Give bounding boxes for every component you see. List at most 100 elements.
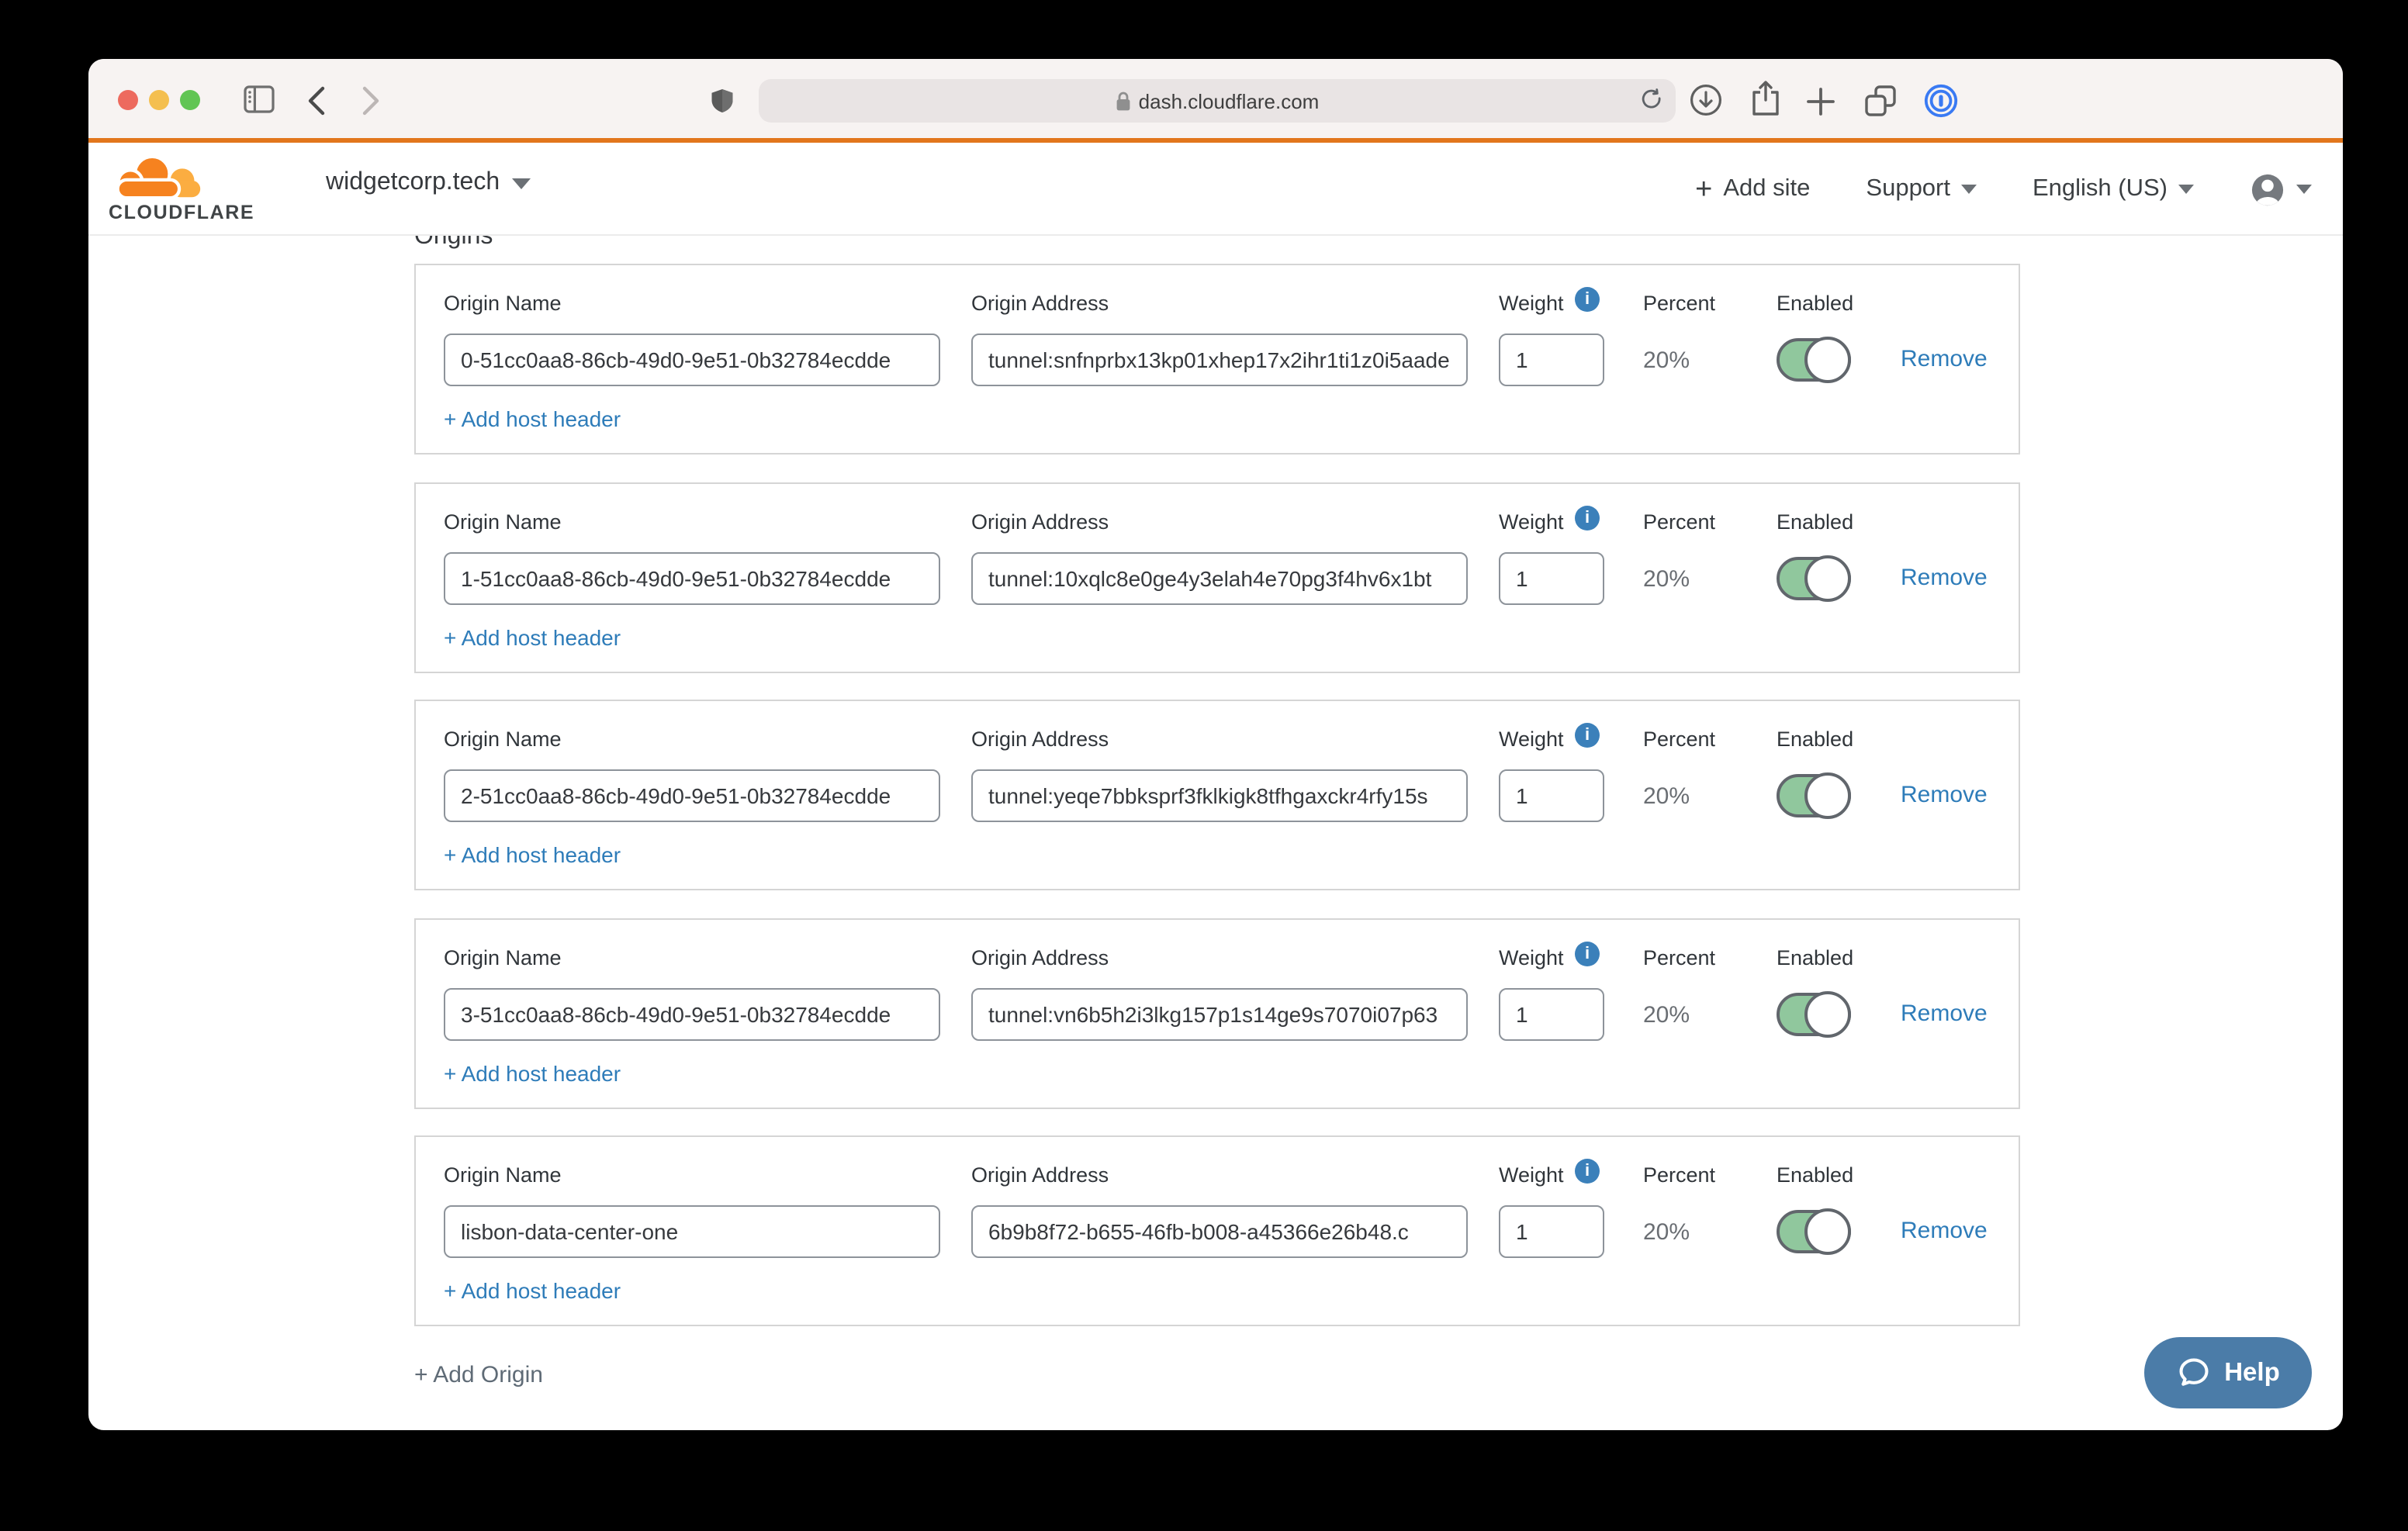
enabled-toggle[interactable] bbox=[1777, 993, 1851, 1036]
weight-input[interactable] bbox=[1499, 1205, 1604, 1258]
origin-name-label: Origin Name bbox=[444, 946, 562, 969]
weight-label: Weight bbox=[1499, 510, 1564, 534]
weight-input[interactable] bbox=[1499, 988, 1604, 1041]
origin-name-input[interactable] bbox=[444, 1205, 940, 1258]
remove-origin-link[interactable]: Remove bbox=[1901, 565, 1988, 591]
origin-card: Origin Name Origin Address Weight Percen… bbox=[414, 264, 2020, 454]
add-site-label: Add site bbox=[1723, 175, 1810, 203]
origin-address-input[interactable] bbox=[971, 988, 1468, 1041]
origin-name-label: Origin Name bbox=[444, 292, 562, 315]
toggle-knob bbox=[1804, 555, 1851, 602]
remove-origin-link[interactable]: Remove bbox=[1901, 1001, 1988, 1027]
chat-bubble-icon bbox=[2176, 1356, 2210, 1390]
header-actions: + Add site Support English (US) bbox=[1695, 143, 2312, 236]
help-button-label: Help bbox=[2224, 1358, 2280, 1388]
weight-input[interactable] bbox=[1499, 769, 1604, 822]
percent-label: Percent bbox=[1643, 727, 1715, 751]
origin-address-label: Origin Address bbox=[971, 1163, 1109, 1187]
enabled-toggle[interactable] bbox=[1777, 338, 1851, 382]
toggle-knob bbox=[1804, 991, 1851, 1038]
toggle-knob bbox=[1804, 772, 1851, 819]
origin-address-input[interactable] bbox=[971, 1205, 1468, 1258]
info-icon[interactable] bbox=[1575, 1159, 1600, 1184]
toggle-knob bbox=[1804, 337, 1851, 383]
enabled-label: Enabled bbox=[1777, 292, 1853, 315]
cloudflare-cloud-icon bbox=[109, 154, 205, 202]
add-origin-link[interactable]: + Add Origin bbox=[414, 1362, 543, 1388]
remove-origin-link[interactable]: Remove bbox=[1901, 346, 1988, 372]
percent-label: Percent bbox=[1643, 292, 1715, 315]
site-selector-dropdown[interactable]: widgetcorp.tech bbox=[326, 169, 531, 197]
weight-input[interactable] bbox=[1499, 334, 1604, 386]
lock-icon bbox=[1116, 91, 1131, 111]
weight-input[interactable] bbox=[1499, 552, 1604, 605]
enabled-label: Enabled bbox=[1777, 1163, 1853, 1187]
tab-overview-icon[interactable] bbox=[1863, 84, 1898, 118]
origin-name-input[interactable] bbox=[444, 334, 940, 386]
origin-address-input[interactable] bbox=[971, 334, 1468, 386]
language-dropdown[interactable]: English (US) bbox=[2033, 175, 2194, 203]
info-icon[interactable] bbox=[1575, 723, 1600, 748]
site-selector-label: widgetcorp.tech bbox=[326, 169, 500, 197]
add-site-button[interactable]: + Add site bbox=[1695, 175, 1810, 204]
origin-name-input[interactable] bbox=[444, 769, 940, 822]
origin-name-input[interactable] bbox=[444, 988, 940, 1041]
percent-value: 20% bbox=[1643, 783, 1690, 810]
enabled-toggle[interactable] bbox=[1777, 557, 1851, 600]
enabled-toggle[interactable] bbox=[1777, 774, 1851, 817]
origin-card: Origin Name Origin Address Weight Percen… bbox=[414, 918, 2020, 1109]
chevron-down-icon bbox=[1961, 185, 1977, 194]
share-icon[interactable] bbox=[1750, 79, 1781, 118]
origin-card: Origin Name Origin Address Weight Percen… bbox=[414, 700, 2020, 890]
origin-address-input[interactable] bbox=[971, 552, 1468, 605]
onepassword-extension-icon[interactable] bbox=[1924, 84, 1958, 118]
enabled-toggle[interactable] bbox=[1777, 1210, 1851, 1253]
browser-toolbar: dash.cloudflare.com bbox=[88, 59, 2343, 143]
back-icon[interactable] bbox=[307, 85, 326, 116]
origin-address-label: Origin Address bbox=[971, 727, 1109, 751]
origin-name-input[interactable] bbox=[444, 552, 940, 605]
weight-label: Weight bbox=[1499, 946, 1564, 969]
add-host-header-link[interactable]: + Add host header bbox=[444, 406, 621, 431]
origin-address-input[interactable] bbox=[971, 769, 1468, 822]
plus-icon: + bbox=[1695, 175, 1712, 204]
downloads-icon[interactable] bbox=[1690, 84, 1722, 116]
address-bar[interactable]: dash.cloudflare.com bbox=[759, 79, 1676, 123]
chevron-down-icon bbox=[512, 178, 531, 188]
sidebar-toggle-icon[interactable] bbox=[244, 85, 275, 113]
weight-label: Weight bbox=[1499, 1163, 1564, 1187]
forward-icon[interactable] bbox=[362, 85, 380, 116]
add-host-header-link[interactable]: + Add host header bbox=[444, 1061, 621, 1086]
minimize-window-button[interactable] bbox=[149, 89, 169, 109]
new-tab-icon[interactable] bbox=[1806, 87, 1835, 116]
privacy-shield-icon[interactable] bbox=[711, 85, 734, 116]
add-host-header-link[interactable]: + Add host header bbox=[444, 842, 621, 867]
fullscreen-window-button[interactable] bbox=[180, 89, 200, 109]
add-host-header-link[interactable]: + Add host header bbox=[444, 1278, 621, 1303]
remove-origin-link[interactable]: Remove bbox=[1901, 782, 1988, 808]
enabled-label: Enabled bbox=[1777, 727, 1853, 751]
percent-label: Percent bbox=[1643, 510, 1715, 534]
language-label: English (US) bbox=[2033, 175, 2168, 203]
support-dropdown[interactable]: Support bbox=[1866, 175, 1977, 203]
reload-icon[interactable] bbox=[1640, 88, 1663, 113]
chevron-down-icon bbox=[2178, 185, 2194, 194]
help-button[interactable]: Help bbox=[2144, 1337, 2312, 1408]
add-host-header-link[interactable]: + Add host header bbox=[444, 625, 621, 650]
avatar-icon bbox=[2250, 171, 2285, 207]
origins-page: Origins Origin Name Origin Address Weigh… bbox=[88, 59, 2343, 1430]
info-icon[interactable] bbox=[1575, 287, 1600, 312]
origin-name-label: Origin Name bbox=[444, 510, 562, 534]
close-window-button[interactable] bbox=[118, 89, 138, 109]
screen: dash.cloudflare.com bbox=[0, 0, 2408, 1531]
account-menu[interactable] bbox=[2250, 171, 2312, 207]
remove-origin-link[interactable]: Remove bbox=[1901, 1218, 1988, 1244]
percent-label: Percent bbox=[1643, 946, 1715, 969]
origin-card: Origin Name Origin Address Weight Percen… bbox=[414, 1135, 2020, 1326]
origin-address-label: Origin Address bbox=[971, 292, 1109, 315]
info-icon[interactable] bbox=[1575, 942, 1600, 966]
origin-name-label: Origin Name bbox=[444, 1163, 562, 1187]
cloudflare-logo[interactable]: CLOUDFLARE bbox=[109, 154, 233, 223]
weight-label: Weight bbox=[1499, 727, 1564, 751]
info-icon[interactable] bbox=[1575, 506, 1600, 530]
